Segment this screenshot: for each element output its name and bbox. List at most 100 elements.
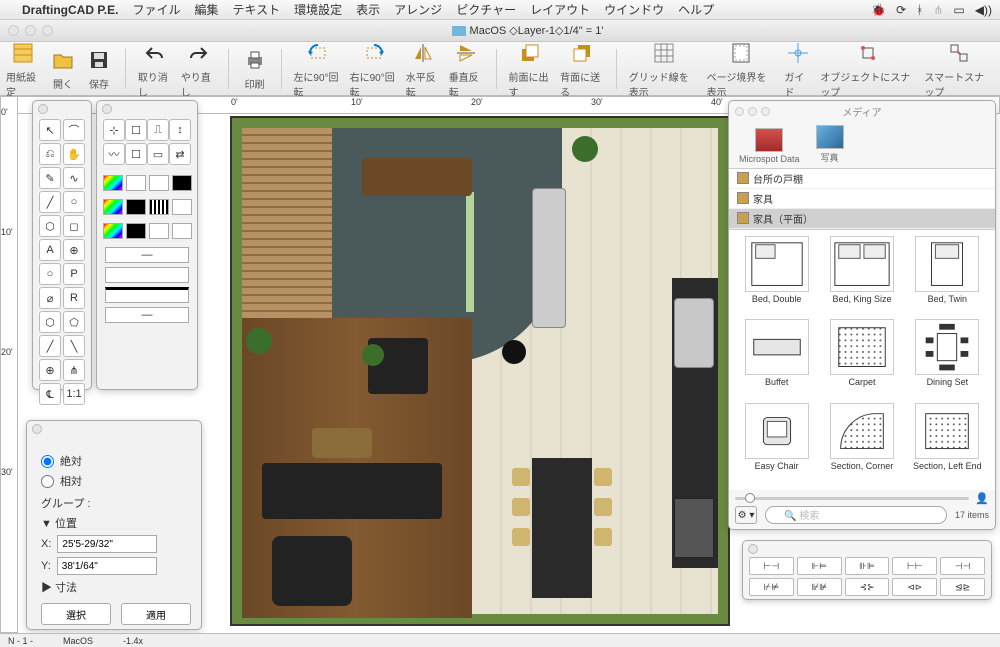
- toolbar-flip-horizontal[interactable]: 水平反転: [406, 39, 441, 99]
- toolbar-rotate-left[interactable]: 左に90°回転: [293, 39, 341, 99]
- close-icon[interactable]: [38, 104, 48, 114]
- toolbar-show-grid[interactable]: グリッド線を表示: [629, 39, 699, 99]
- dim-style-3[interactable]: ⊪⊫: [845, 557, 890, 575]
- menu-picture[interactable]: ピクチャー: [456, 1, 516, 18]
- coordinates-panel[interactable]: 絶対 相対 グループ : ▼ 位置 X: Y: ▶ 寸法 選択 適用: [26, 420, 202, 630]
- toolbar-guides[interactable]: ガイド: [784, 39, 812, 99]
- media-item-bed-twin[interactable]: Bed, Twin: [906, 236, 989, 317]
- radius-tool[interactable]: R: [63, 287, 85, 309]
- close-icon[interactable]: [32, 424, 42, 434]
- dim-style-1[interactable]: ⊢⊣: [749, 557, 794, 575]
- centerline-tool[interactable]: ℄: [39, 383, 61, 405]
- media-tab-photos[interactable]: 写真: [816, 125, 844, 164]
- fill-white[interactable]: [126, 175, 146, 191]
- toolbar-bring-front[interactable]: 前面に出す: [509, 39, 553, 99]
- stroke-style[interactable]: [149, 199, 169, 215]
- diameter-tool[interactable]: ⌀: [39, 287, 61, 309]
- line-end-arrow[interactable]: —: [105, 307, 189, 323]
- battery-icon[interactable]: ▭: [953, 3, 964, 17]
- rect2-tool[interactable]: ☐: [125, 143, 147, 165]
- scale-tool[interactable]: 1:1: [63, 383, 85, 405]
- media-search-input[interactable]: 🔍 検索: [765, 506, 947, 524]
- menu-help[interactable]: ヘルプ: [678, 1, 714, 18]
- polygon-tool[interactable]: ⬡: [39, 215, 61, 237]
- wifi-icon[interactable]: ⋔: [933, 3, 943, 17]
- line-thick[interactable]: [105, 287, 189, 303]
- toolbar-snap-object[interactable]: オブジェクトにスナップ: [820, 39, 916, 99]
- menu-text[interactable]: テキスト: [233, 1, 281, 18]
- x-input[interactable]: [57, 535, 157, 553]
- toolbar-smart-snap[interactable]: スマートスナップ: [924, 39, 994, 99]
- text-extra[interactable]: [172, 223, 192, 239]
- menu-window[interactable]: ウインドウ: [604, 1, 664, 18]
- position-label[interactable]: 位置: [55, 518, 77, 530]
- vertical-ruler[interactable]: 0' 10' 20' 30': [0, 96, 18, 633]
- media-item-dining-set[interactable]: Dining Set: [906, 319, 989, 400]
- attributes-palette[interactable]: ⊹ ☐ ⎍ ↕ 〰 ☐ ▭ ⇄ — —: [96, 100, 198, 390]
- close-icon[interactable]: [102, 104, 112, 114]
- center-tool[interactable]: ⊕: [39, 359, 61, 381]
- line-tool[interactable]: ╱: [39, 191, 61, 213]
- toolbar-save[interactable]: 保存: [85, 46, 113, 91]
- line-start-arrow[interactable]: —: [105, 247, 189, 263]
- parallel-line-tool[interactable]: ╱: [39, 335, 61, 357]
- swap-tool[interactable]: ⇄: [169, 143, 191, 165]
- align-tool[interactable]: ⊹: [103, 119, 125, 141]
- toolbar-redo[interactable]: やり直し: [181, 39, 216, 99]
- menu-view[interactable]: 表示: [356, 1, 380, 18]
- close-icon[interactable]: [748, 544, 758, 554]
- text-bg[interactable]: [149, 223, 169, 239]
- window-traffic-lights[interactable]: [8, 25, 53, 36]
- menu-edit[interactable]: 編集: [194, 1, 218, 18]
- fill-black[interactable]: [172, 175, 192, 191]
- media-item-section-left[interactable]: Section, Left End: [906, 403, 989, 484]
- parallel-tool[interactable]: P: [63, 263, 85, 285]
- text-color[interactable]: [126, 223, 146, 239]
- media-tab-microspot[interactable]: Microspot Data: [739, 128, 800, 164]
- media-item-buffet[interactable]: Buffet: [735, 319, 818, 400]
- bluetooth-icon[interactable]: ᚼ: [916, 3, 923, 17]
- media-category[interactable]: 家具: [729, 189, 995, 209]
- ellipse-tool[interactable]: ○: [39, 263, 61, 285]
- panel-traffic-lights[interactable]: [735, 107, 770, 116]
- curve-tool[interactable]: ∿: [63, 167, 85, 189]
- media-category-selected[interactable]: 家具（平面）: [729, 209, 995, 229]
- color-picker-fill[interactable]: [103, 175, 123, 191]
- select-button[interactable]: 選択: [41, 603, 111, 625]
- menu-arrange[interactable]: アレンジ: [394, 1, 442, 18]
- marquee-tool[interactable]: ⎌: [39, 143, 61, 165]
- floorplan-drawing[interactable]: [230, 116, 730, 626]
- wave-tool[interactable]: 〰: [103, 143, 125, 165]
- absolute-radio[interactable]: 絶対: [41, 453, 191, 469]
- color-picker-text[interactable]: [103, 223, 123, 239]
- apply-button[interactable]: 適用: [121, 603, 191, 625]
- media-item-easy-chair[interactable]: Easy Chair: [735, 403, 818, 484]
- arc-tool[interactable]: ⌒: [63, 119, 85, 141]
- rect3-tool[interactable]: ▭: [147, 143, 169, 165]
- stroke-tool[interactable]: ⎍: [147, 119, 169, 141]
- media-category[interactable]: 台所の戸棚: [729, 169, 995, 189]
- media-item-bed-king[interactable]: Bed, King Size: [820, 236, 903, 317]
- toolbar-flip-vertical[interactable]: 垂直反転: [449, 39, 484, 99]
- dim-style-2[interactable]: ⊩⊨: [797, 557, 842, 575]
- dim-style-10[interactable]: ⊴⊵: [940, 578, 985, 596]
- relative-radio[interactable]: 相対: [41, 473, 191, 489]
- color-picker-stroke[interactable]: [103, 199, 123, 215]
- pen-tool[interactable]: ✎: [39, 167, 61, 189]
- dim-style-6[interactable]: ⊬⊭: [749, 578, 794, 596]
- stroke-black[interactable]: [126, 199, 146, 215]
- rect-tool[interactable]: ◻: [63, 215, 85, 237]
- toolbar-send-back[interactable]: 背面に送る: [560, 39, 604, 99]
- media-settings-button[interactable]: ⚙ ▾: [735, 506, 757, 524]
- media-library-panel[interactable]: メディア Microspot Data 写真 台所の戸棚 家具 家具（平面） B…: [728, 100, 996, 530]
- thumbnail-size-slider[interactable]: 👤: [735, 492, 989, 504]
- circle-tool[interactable]: ○: [63, 191, 85, 213]
- toolbar-undo[interactable]: 取り消し: [138, 39, 173, 99]
- fill-none[interactable]: [149, 175, 169, 191]
- dimension-label[interactable]: 寸法: [55, 582, 77, 594]
- toolbar-page-setup[interactable]: 用紙設定: [6, 39, 41, 99]
- menu-layout[interactable]: レイアウト: [530, 1, 590, 18]
- hand-tool[interactable]: ✋: [63, 143, 85, 165]
- volume-icon[interactable]: ◀)): [975, 3, 992, 17]
- dim-style-7[interactable]: ⊮⊯: [797, 578, 842, 596]
